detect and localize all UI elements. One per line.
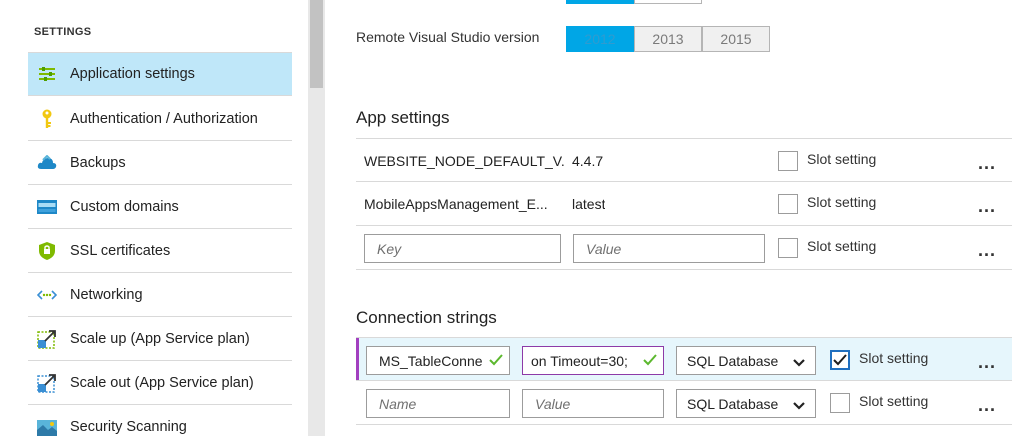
slot-setting-label: Slot setting [807, 238, 877, 254]
chevron-down-icon [793, 355, 805, 371]
sidebar-item-label: Backups [70, 154, 126, 171]
security-scan-icon [36, 416, 58, 436]
app-setting-value[interactable]: latest [572, 196, 605, 212]
sidebar-item-custom-domains[interactable]: Custom domains [28, 185, 292, 229]
connection-name-input[interactable]: MS_TableConne [366, 346, 510, 375]
slot-setting-checkbox[interactable] [778, 238, 798, 258]
app-setting-row[interactable]: MobileAppsManagement_E... latest Slot se… [356, 182, 1012, 226]
connection-string-row[interactable]: MS_TableConne on Timeout=30; SQL Databas… [356, 337, 1012, 381]
sidebar-item-label: Security Scanning [70, 418, 187, 435]
sidebar-item-authentication[interactable]: Authentication / Authorization [28, 97, 292, 141]
www-icon [36, 196, 58, 218]
cloud-backup-icon [36, 152, 58, 174]
more-options-button[interactable]: ... [978, 240, 996, 261]
connection-strings-heading: Connection strings [356, 308, 497, 327]
sidebar-item-label: Scale up (App Service plan) [70, 330, 250, 347]
valid-check-icon [489, 353, 503, 369]
connection-type-select[interactable]: SQL Database [676, 389, 816, 418]
app-setting-value-input[interactable]: Value [573, 234, 765, 263]
sidebar-item-security-scanning[interactable]: Security Scanning [28, 405, 292, 436]
sidebar-item-ssl-certificates[interactable]: SSL certificates [28, 229, 292, 273]
connection-string-new-row: Name Value SQL Database Slot setting ... [356, 381, 1012, 425]
slot-setting-checkbox-checked[interactable] [830, 350, 850, 370]
sidebar-item-backups[interactable]: Backups [28, 141, 292, 185]
sidebar-item-label: Authentication / Authorization [70, 110, 258, 127]
sidebar-item-networking[interactable]: Networking [28, 273, 292, 317]
connection-name-value: MS_TableConne [379, 352, 483, 369]
more-options-button[interactable]: ... [978, 395, 996, 416]
sidebar-item-scale-up[interactable]: Scale up (App Service plan) [28, 317, 292, 361]
vs-version-option-2013[interactable]: 2013 [634, 26, 702, 52]
connection-type-value: SQL Database [687, 395, 779, 412]
sliders-icon [36, 63, 58, 85]
app-setting-value[interactable]: 4.4.7 [572, 153, 603, 169]
app-setting-key[interactable]: MobileAppsManagement_E... [364, 196, 564, 212]
scale-up-icon [36, 328, 58, 350]
slot-setting-checkbox[interactable] [830, 393, 850, 413]
more-options-button[interactable]: ... [978, 153, 996, 174]
chevron-down-icon [793, 398, 805, 414]
network-icon [36, 284, 58, 306]
sidebar-scrollbar-thumb[interactable] [310, 0, 323, 88]
sidebar-item-label: Application settings [70, 66, 195, 82]
app-settings-heading: App settings [356, 108, 450, 127]
vs-version-option-2012[interactable]: 2012 [566, 26, 634, 52]
slot-setting-checkbox[interactable] [778, 151, 798, 171]
app-setting-row[interactable]: WEBSITE_NODE_DEFAULT_V... 4.4.7 Slot set… [356, 138, 1012, 182]
app-setting-key[interactable]: WEBSITE_NODE_DEFAULT_V... [364, 153, 564, 169]
connection-value-input[interactable]: Value [522, 389, 664, 418]
slot-setting-checkbox[interactable] [778, 194, 798, 214]
sidebar-item-label: Custom domains [70, 198, 179, 215]
connection-name-input[interactable]: Name [366, 389, 510, 418]
prev-toggle-option-off[interactable] [634, 0, 702, 4]
connection-type-value: SQL Database [687, 352, 779, 369]
sidebar-item-label: Scale out (App Service plan) [70, 374, 254, 391]
settings-section-title: SETTINGS [34, 26, 92, 38]
sidebar-scrollbar[interactable] [308, 0, 325, 436]
connection-value-input[interactable]: on Timeout=30; [522, 346, 664, 375]
sidebar-item-label: Networking [70, 286, 143, 303]
remote-vs-label: Remote Visual Studio version [356, 29, 540, 45]
app-setting-key-input[interactable]: Key [364, 234, 561, 263]
settings-sidebar: SETTINGS Application settings Authentica… [0, 0, 308, 436]
valid-check-icon [643, 353, 657, 369]
sidebar-item-scale-out[interactable]: Scale out (App Service plan) [28, 361, 292, 405]
connection-type-select[interactable]: SQL Database [676, 346, 816, 375]
prev-toggle-option-on[interactable] [566, 0, 634, 4]
shield-icon [36, 240, 58, 262]
slot-setting-label: Slot setting [859, 393, 929, 409]
checkmark-icon [833, 354, 847, 366]
slot-setting-label: Slot setting [859, 350, 929, 366]
slot-setting-label: Slot setting [807, 151, 877, 167]
sidebar-item-application-settings[interactable]: Application settings [28, 52, 292, 96]
sidebar-item-label: SSL certificates [70, 242, 171, 259]
more-options-button[interactable]: ... [978, 196, 996, 217]
slot-setting-label: Slot setting [807, 194, 877, 210]
scale-out-icon [36, 372, 58, 394]
key-icon [36, 108, 58, 130]
connection-value-text: on Timeout=30; [531, 352, 628, 369]
vs-version-option-2015[interactable]: 2015 [702, 26, 770, 52]
more-options-button[interactable]: ... [978, 352, 996, 373]
app-setting-new-row: Key Value Slot setting ... [356, 226, 1012, 270]
